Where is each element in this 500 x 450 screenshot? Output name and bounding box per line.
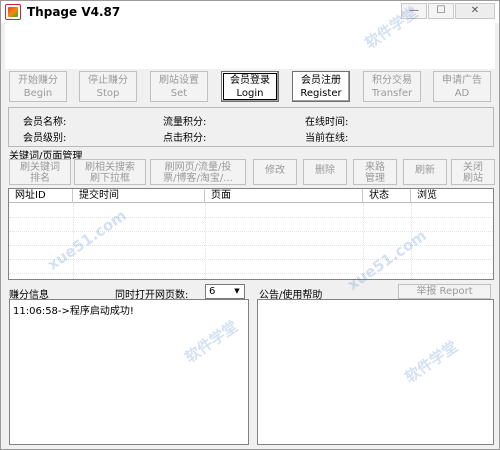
- edit-label: 修改: [265, 165, 285, 176]
- close-brush-label-1: 关闭: [463, 162, 483, 173]
- pages-count-select[interactable]: 6 ▼: [205, 284, 245, 299]
- member-name-label: 会员名称:: [23, 117, 67, 128]
- online-time-label: 在线时间:: [305, 117, 349, 128]
- begin-button[interactable]: 开始赚分 Begin: [9, 71, 67, 102]
- page-list-table[interactable]: 网址ID 提交时间 页面 状态 浏览: [8, 188, 494, 280]
- keyword-toolbar: 刷关键词 排名 刷相关搜索 刷下拉框 刷网页/流量/投 票/博客/淘宝/... …: [5, 159, 495, 187]
- transfer-button[interactable]: 积分交易 Transfer: [363, 71, 421, 102]
- app-logo-icon: [5, 4, 21, 20]
- keyword-rank-button[interactable]: 刷关键词 排名: [9, 159, 71, 185]
- ad-label-en: AD: [454, 88, 470, 99]
- refresh-label: 刷新: [415, 165, 435, 176]
- column-divider: [205, 203, 206, 279]
- column-header-url-id[interactable]: 网址ID: [9, 189, 73, 203]
- table-row: [9, 231, 493, 232]
- table-row: [9, 273, 493, 274]
- register-button[interactable]: 会员注册 Register: [292, 71, 350, 102]
- table-row: [9, 217, 493, 218]
- related-search-label-1: 刷相关搜索: [85, 162, 135, 173]
- minimize-icon[interactable]: —: [401, 3, 427, 19]
- keyword-rank-label-2: 排名: [30, 173, 50, 184]
- table-header: 网址ID 提交时间 页面 状态 浏览: [9, 189, 493, 203]
- earn-log-box[interactable]: 11:06:58->程序启动成功!: [9, 299, 249, 445]
- log-line: 11:06:58->程序启动成功!: [13, 306, 134, 317]
- notice-box[interactable]: [257, 299, 494, 445]
- pages-count-value: 6: [209, 286, 216, 297]
- set-button[interactable]: 刷站设置 Set: [150, 71, 208, 102]
- referrer-manage-button[interactable]: 来路 管理: [353, 159, 397, 185]
- related-search-label-2: 刷下拉框: [90, 173, 130, 184]
- ad-label-cn: 申请广告: [442, 75, 482, 86]
- web-traffic-button[interactable]: 刷网页/流量/投 票/博客/淘宝/...: [150, 159, 246, 185]
- login-label-en: Login: [236, 88, 264, 99]
- login-button[interactable]: 会员登录 Login: [221, 71, 279, 102]
- current-online-label: 当前在线:: [305, 133, 349, 144]
- login-label-cn: 会员登录: [230, 75, 270, 86]
- register-label-cn: 会员注册: [301, 75, 341, 86]
- stop-label-cn: 停止赚分: [88, 75, 128, 86]
- click-points-label: 点击积分:: [163, 133, 207, 144]
- web-traffic-label-1: 刷网页/流量/投: [164, 162, 232, 173]
- edit-button[interactable]: 修改: [253, 159, 297, 185]
- column-divider: [73, 203, 74, 279]
- stop-label-en: Stop: [96, 88, 120, 99]
- stop-button[interactable]: 停止赚分 Stop: [79, 71, 137, 102]
- member-info-panel: 会员名称: 流量积分: 在线时间: 会员级别: 点击积分: 当前在线:: [8, 107, 494, 147]
- set-label-en: Set: [170, 88, 188, 99]
- report-button[interactable]: 举报 Report: [398, 284, 491, 299]
- column-header-submit-time[interactable]: 提交时间: [73, 189, 205, 203]
- begin-label-en: Begin: [23, 88, 53, 99]
- traffic-points-label: 流量积分:: [163, 117, 207, 128]
- related-search-button[interactable]: 刷相关搜索 刷下拉框: [74, 159, 146, 185]
- delete-button[interactable]: 删除: [303, 159, 347, 185]
- keyword-rank-label-1: 刷关键词: [20, 162, 60, 173]
- chevron-down-icon[interactable]: ▼: [231, 286, 243, 297]
- main-toolbar: 开始赚分 Begin 停止赚分 Stop 刷站设置 Set 会员登录 Login…: [5, 71, 495, 103]
- table-row: [9, 245, 493, 246]
- app-window: Thpage V4.87 — ☐ ✕ 开始赚分 Begin 停止赚分 Stop …: [0, 0, 500, 450]
- begin-label-cn: 开始赚分: [18, 75, 58, 86]
- column-header-page[interactable]: 页面: [205, 189, 363, 203]
- web-traffic-label-2: 票/博客/淘宝/...: [163, 173, 233, 184]
- refresh-button[interactable]: 刷新: [403, 159, 447, 185]
- column-divider: [411, 203, 412, 279]
- banner-area: [5, 23, 495, 69]
- column-divider: [363, 203, 364, 279]
- close-icon[interactable]: ✕: [455, 3, 495, 19]
- referrer-label-1: 来路: [365, 162, 385, 173]
- close-brush-button[interactable]: 关闭 刷站: [451, 159, 495, 185]
- maximize-icon[interactable]: ☐: [428, 3, 454, 19]
- register-label-en: Register: [300, 88, 342, 99]
- referrer-label-2: 管理: [365, 173, 385, 184]
- transfer-label-cn: 积分交易: [372, 75, 412, 86]
- window-title: Thpage V4.87: [27, 5, 121, 19]
- title-bar: Thpage V4.87 — ☐ ✕: [1, 1, 499, 23]
- member-level-label: 会员级别:: [23, 133, 67, 144]
- table-row: [9, 259, 493, 260]
- close-brush-label-2: 刷站: [463, 173, 483, 184]
- set-label-cn: 刷站设置: [159, 75, 199, 86]
- column-header-status[interactable]: 状态: [363, 189, 411, 203]
- delete-label: 删除: [315, 165, 335, 176]
- transfer-label-en: Transfer: [371, 88, 413, 99]
- window-controls: — ☐ ✕: [401, 3, 495, 19]
- column-header-views[interactable]: 浏览: [411, 189, 493, 203]
- ad-button[interactable]: 申请广告 AD: [433, 71, 491, 102]
